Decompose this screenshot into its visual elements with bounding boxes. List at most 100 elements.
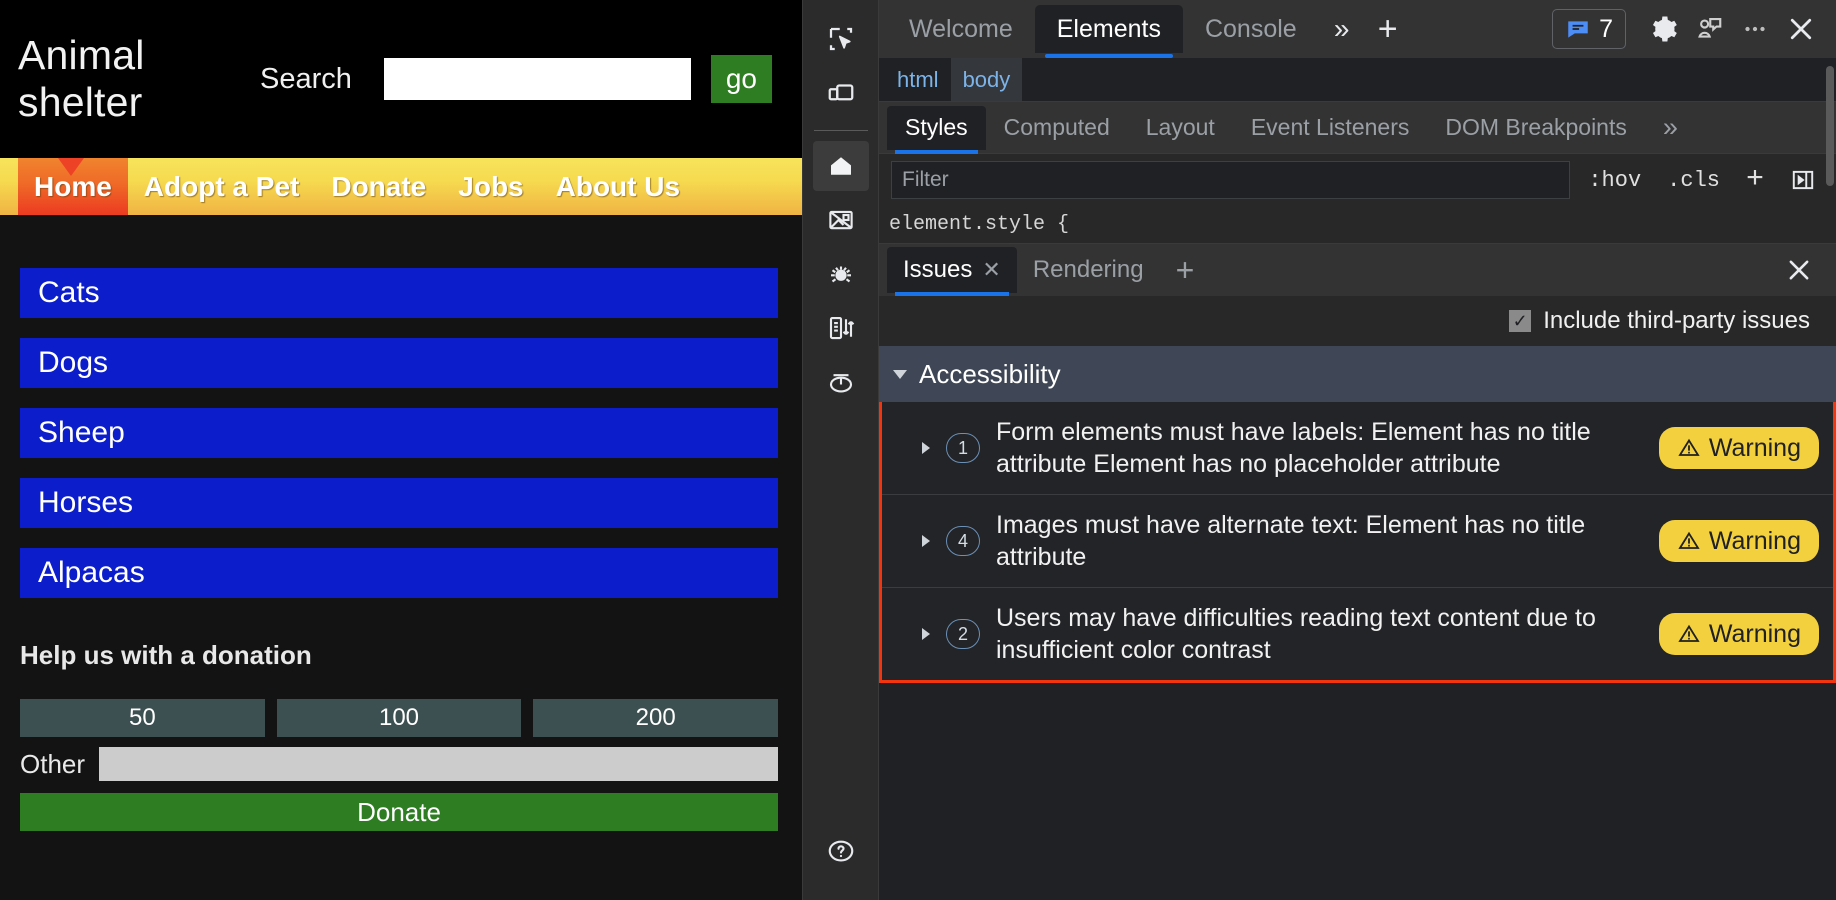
tab-event-listeners[interactable]: Event Listeners xyxy=(1233,106,1428,150)
computed-sidebar-toggle-icon[interactable] xyxy=(1782,167,1824,193)
nav-item-jobs[interactable]: Jobs xyxy=(442,158,539,215)
donation-other-label: Other xyxy=(20,749,85,780)
active-nav-pointer-icon xyxy=(58,158,84,176)
chevron-right-icon[interactable] xyxy=(922,628,930,640)
more-tabs-icon[interactable]: » xyxy=(1319,6,1365,52)
new-style-rule-button[interactable]: + xyxy=(1738,163,1772,197)
devtools-drawer: Issues ✕ Rendering + ✓ Include third-par… xyxy=(879,244,1836,900)
tab-dom-breakpoints[interactable]: DOM Breakpoints xyxy=(1427,106,1645,150)
devtools-activity-rail xyxy=(803,0,879,900)
drawer-tab-issues[interactable]: Issues ✕ xyxy=(887,247,1017,293)
feedback-icon[interactable] xyxy=(1686,6,1732,52)
category-item-dogs[interactable]: Dogs xyxy=(20,338,778,388)
issues-message-icon xyxy=(1565,16,1591,42)
animal-category-list: Cats Dogs Sheep Horses Alpacas xyxy=(0,215,802,598)
drawer-tab-issues-close-icon[interactable]: ✕ xyxy=(982,257,1000,283)
tab-layout[interactable]: Layout xyxy=(1128,106,1233,150)
issue-row[interactable]: 4 Images must have alternate text: Eleme… xyxy=(882,495,1833,588)
donation-heading: Help us with a donation xyxy=(20,640,778,671)
category-item-horses[interactable]: Horses xyxy=(20,478,778,528)
home-icon[interactable] xyxy=(813,141,869,191)
search-label: Search xyxy=(260,63,352,96)
chevron-down-icon xyxy=(893,370,907,379)
more-options-icon[interactable] xyxy=(1732,6,1778,52)
chevron-right-icon[interactable] xyxy=(922,535,930,547)
gear-icon[interactable] xyxy=(1640,6,1686,52)
sidebar-more-tabs-icon[interactable]: » xyxy=(1645,106,1696,150)
scrollbar-thumb[interactable] xyxy=(1826,66,1834,186)
search-form: Search go xyxy=(260,55,772,103)
site-header: Animal shelter Search go xyxy=(0,0,802,158)
issue-row[interactable]: 1 Form elements must have labels: Elemen… xyxy=(882,402,1833,495)
category-item-alpacas[interactable]: Alpacas xyxy=(20,548,778,598)
devtools-panel: Welcome Elements Console » + 7 xyxy=(802,0,1836,900)
donation-amount-100[interactable]: 100 xyxy=(277,699,522,737)
issue-description: Users may have difficulties reading text… xyxy=(996,602,1643,666)
warning-triangle-icon xyxy=(1677,622,1701,646)
styles-filter-input[interactable] xyxy=(891,161,1570,199)
nav-item-about-us[interactable]: About Us xyxy=(540,158,696,215)
performance-timer-icon[interactable] xyxy=(813,357,869,407)
tab-welcome[interactable]: Welcome xyxy=(887,5,1035,53)
issue-group-accessibility[interactable]: Accessibility xyxy=(879,346,1836,402)
status-badge: Warning xyxy=(1659,613,1819,655)
drawer-add-tab-icon[interactable]: + xyxy=(1160,247,1211,293)
tab-computed[interactable]: Computed xyxy=(986,106,1128,150)
donate-button[interactable]: Donate xyxy=(20,793,778,831)
devtools-scrollbar[interactable] xyxy=(1824,58,1836,900)
screen: Animal shelter Search go Home Adopt a Pe… xyxy=(0,0,1836,900)
status-badge: Warning xyxy=(1659,520,1819,562)
toggle-hover-state-button[interactable]: :hov xyxy=(1580,168,1649,193)
issue-affected-count: 4 xyxy=(946,526,980,556)
toggle-class-button[interactable]: .cls xyxy=(1659,168,1728,193)
nav-item-donate[interactable]: Donate xyxy=(315,158,442,215)
issue-affected-count: 2 xyxy=(946,619,980,649)
category-item-sheep[interactable]: Sheep xyxy=(20,408,778,458)
network-icon[interactable] xyxy=(813,303,869,353)
issues-count-button[interactable]: 7 xyxy=(1552,9,1626,49)
issue-group-body: 1 Form elements must have labels: Elemen… xyxy=(879,402,1836,683)
tab-styles[interactable]: Styles xyxy=(887,106,986,150)
search-input[interactable] xyxy=(384,58,691,100)
status-badge: Warning xyxy=(1659,427,1819,469)
styles-filter-row: :hov .cls + xyxy=(879,154,1836,206)
issue-description: Images must have alternate text: Element… xyxy=(996,509,1643,573)
bug-icon[interactable] xyxy=(813,249,869,299)
drawer-close-icon[interactable] xyxy=(1776,247,1822,293)
donation-other-input[interactable] xyxy=(99,747,778,781)
styles-sidebar-tabs: Styles Computed Layout Event Listeners D… xyxy=(879,102,1836,154)
nav-item-adopt-a-pet[interactable]: Adopt a Pet xyxy=(128,158,316,215)
warning-triangle-icon xyxy=(1677,436,1701,460)
status-badge-label: Warning xyxy=(1709,434,1801,463)
donation-amount-200[interactable]: 200 xyxy=(533,699,778,737)
donation-amount-row: 50 100 200 xyxy=(20,699,778,737)
drawer-tabbar: Issues ✕ Rendering + xyxy=(879,244,1836,296)
category-item-cats[interactable]: Cats xyxy=(20,268,778,318)
add-tab-icon[interactable]: + xyxy=(1365,6,1411,52)
status-badge-label: Warning xyxy=(1709,527,1801,556)
issue-row[interactable]: 2 Users may have difficulties reading te… xyxy=(882,588,1833,680)
tab-elements[interactable]: Elements xyxy=(1035,5,1183,53)
warning-triangle-icon xyxy=(1677,529,1701,553)
chevron-right-icon[interactable] xyxy=(922,442,930,454)
include-third-party-checkbox[interactable]: ✓ xyxy=(1509,310,1531,332)
web-page-viewport: Animal shelter Search go Home Adopt a Pe… xyxy=(0,0,802,900)
element-style-rule: element.style { xyxy=(879,206,1836,244)
donation-amount-50[interactable]: 50 xyxy=(20,699,265,737)
search-go-button[interactable]: go xyxy=(711,55,772,103)
issue-group-title: Accessibility xyxy=(919,359,1061,390)
image-off-icon[interactable] xyxy=(813,195,869,245)
devtools-tabbar: Welcome Elements Console » + 7 xyxy=(879,0,1836,58)
third-party-issues-row: ✓ Include third-party issues xyxy=(879,296,1836,346)
donation-section: Help us with a donation 50 100 200 Other… xyxy=(0,618,802,831)
inspect-element-icon[interactable] xyxy=(813,14,869,64)
device-toolbar-icon[interactable] xyxy=(813,68,869,118)
help-icon[interactable] xyxy=(813,826,869,876)
drawer-tab-rendering[interactable]: Rendering xyxy=(1017,247,1160,293)
close-devtools-icon[interactable] xyxy=(1778,6,1824,52)
site-brand: Animal shelter xyxy=(18,32,188,126)
breadcrumb-body[interactable]: body xyxy=(951,58,1023,101)
breadcrumb-html[interactable]: html xyxy=(885,58,951,101)
tab-console[interactable]: Console xyxy=(1183,5,1319,53)
issues-list: Accessibility 1 Form elements must have … xyxy=(879,346,1836,900)
